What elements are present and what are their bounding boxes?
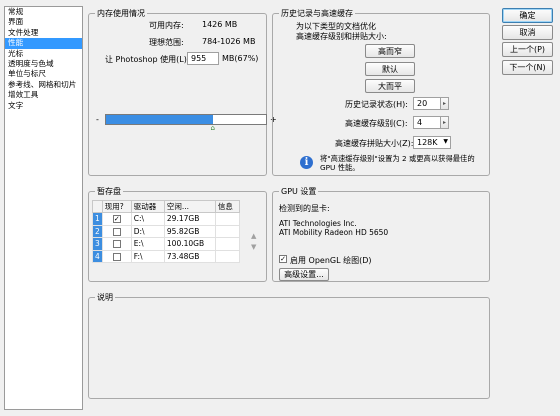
header-free[interactable]: 空闲...	[163, 200, 216, 213]
available-ram-label: 可用内存:	[149, 21, 184, 30]
category-interface[interactable]: 界面	[5, 17, 82, 27]
info-cell	[214, 212, 241, 226]
free-space-cell: 100.10GB	[163, 237, 216, 251]
history-states-spin-icon[interactable]: ▸	[440, 97, 449, 110]
preferences-category-list[interactable]: 常规 界面 文件处理 性能 光标 透明度与色域 单位与标尺 参考线、网格和切片 …	[4, 6, 83, 410]
gpu-model: ATI Mobility Radeon HD 5650	[279, 228, 389, 237]
category-performance[interactable]: 性能	[5, 38, 82, 49]
table-row[interactable]: 2 D:\ 95.82GB	[92, 224, 241, 238]
free-space-cell: 73.48GB	[163, 249, 216, 263]
cache-tile-size-value: 128K	[417, 138, 438, 147]
category-type[interactable]: 文字	[5, 101, 82, 111]
history-states-label: 历史记录状态(H):	[345, 100, 408, 109]
row-number: 4	[92, 249, 103, 263]
info-cell	[214, 249, 241, 263]
header-info[interactable]: 信息	[214, 200, 241, 213]
memory-usage-title: 内存使用情况	[97, 9, 145, 18]
memory-slider-thumb-icon[interactable]: ⌂	[211, 124, 215, 132]
advanced-settings-button[interactable]: 高级设置...	[279, 268, 329, 281]
next-button[interactable]: 下一个(N)	[502, 60, 553, 75]
header-active[interactable]: 现用?	[101, 200, 132, 213]
drive-cell: E:\	[130, 237, 165, 251]
move-down-icon[interactable]: ▼	[251, 243, 256, 251]
history-states-input[interactable]: 20	[413, 97, 441, 110]
info-cell	[214, 224, 241, 238]
chevron-down-icon: ▼	[443, 138, 448, 145]
table-row[interactable]: 4 F:\ 73.48GB	[92, 249, 241, 263]
drive-cell: C:\	[130, 212, 165, 226]
active-checkbox[interactable]	[112, 227, 121, 236]
let-photoshop-use-label: 让 Photoshop 使用(L):	[105, 55, 190, 64]
scratch-disks-title: 暂存盘	[97, 187, 121, 196]
info-cell	[214, 237, 241, 251]
category-general[interactable]: 常规	[5, 7, 82, 17]
memory-slider-fill	[106, 115, 214, 124]
opengl-checkbox[interactable]: ✓	[279, 255, 287, 263]
cache-levels-label: 高速缓存级别(C):	[345, 119, 408, 128]
available-ram-value: 1426 MB	[202, 20, 238, 29]
table-row[interactable]: 1 ✓ C:\ 29.17GB	[92, 212, 241, 226]
active-checkbox[interactable]	[112, 252, 121, 261]
opengl-label: 启用 OpenGL 绘图(D)	[290, 256, 372, 265]
ok-button[interactable]: 确定	[502, 8, 553, 23]
big-flat-button[interactable]: 大而平	[365, 79, 415, 93]
category-plugins[interactable]: 增效工具	[5, 90, 82, 100]
drive-cell: D:\	[130, 224, 165, 238]
active-checkbox[interactable]: ✓	[112, 215, 121, 224]
description-title: 说明	[97, 293, 113, 302]
info-icon: i	[300, 156, 313, 169]
memory-amount-input[interactable]: 955	[187, 52, 219, 65]
gpu-vendor: ATI Technologies Inc.	[279, 219, 357, 228]
tall-thin-button[interactable]: 高而窄	[365, 44, 415, 58]
category-transparency-gamut[interactable]: 透明度与色域	[5, 59, 82, 69]
drive-cell: F:\	[130, 249, 165, 263]
default-button[interactable]: 默认	[365, 62, 415, 76]
detected-card-label: 检测到的显卡:	[279, 204, 330, 213]
free-space-cell: 29.17GB	[163, 212, 216, 226]
cache-tile-size-select[interactable]: 128K ▼	[413, 136, 451, 149]
header-drive[interactable]: 驱动器	[130, 200, 165, 213]
cancel-button[interactable]: 取消	[502, 25, 553, 40]
gpu-settings-title: GPU 设置	[281, 187, 317, 196]
scratch-disks-table[interactable]: 现用? 驱动器 空闲... 信息 1 ✓ C:\ 29.17GB 2 D:\ 9…	[92, 200, 241, 263]
header-index	[92, 200, 103, 213]
move-up-icon[interactable]: ▲	[251, 232, 256, 240]
category-guides-grid-slices[interactable]: 参考线、网格和切片	[5, 80, 82, 90]
active-cell[interactable]	[101, 224, 132, 238]
history-cache-title: 历史记录与高速缓存	[281, 9, 353, 18]
gpu-tip-line2: GPU 性能。	[320, 163, 360, 172]
active-cell[interactable]	[101, 249, 132, 263]
previous-button[interactable]: 上一个(P)	[502, 42, 553, 57]
memory-usage-group: 内存使用情况	[88, 8, 267, 176]
memory-slider[interactable]	[105, 114, 267, 125]
category-cursors[interactable]: 光标	[5, 49, 82, 59]
ideal-range-value: 784-1026 MB	[202, 37, 256, 46]
category-file-handling[interactable]: 文件处理	[5, 28, 82, 38]
category-units-rulers[interactable]: 单位与标尺	[5, 69, 82, 79]
slider-minus-label: -	[96, 115, 99, 124]
cache-levels-spin-icon[interactable]: ▸	[440, 116, 449, 129]
cache-tile-size-label: 高速缓存拼贴大小(Z):	[335, 139, 414, 148]
table-row[interactable]: 3 E:\ 100.10GB	[92, 237, 241, 251]
active-cell[interactable]	[101, 237, 132, 251]
row-number: 1	[92, 212, 103, 226]
active-cell[interactable]: ✓	[101, 212, 132, 226]
cache-levels-input[interactable]: 4	[413, 116, 441, 129]
row-number: 2	[92, 224, 103, 238]
ideal-range-label: 理想范围:	[149, 38, 184, 47]
row-number: 3	[92, 237, 103, 251]
optimize-desc-line2: 高速缓存级别和拼贴大小:	[296, 32, 387, 41]
memory-percent-label: MB(67%)	[222, 54, 259, 63]
description-group: 说明	[88, 292, 490, 399]
free-space-cell: 95.82GB	[163, 224, 216, 238]
active-checkbox[interactable]	[112, 240, 121, 249]
